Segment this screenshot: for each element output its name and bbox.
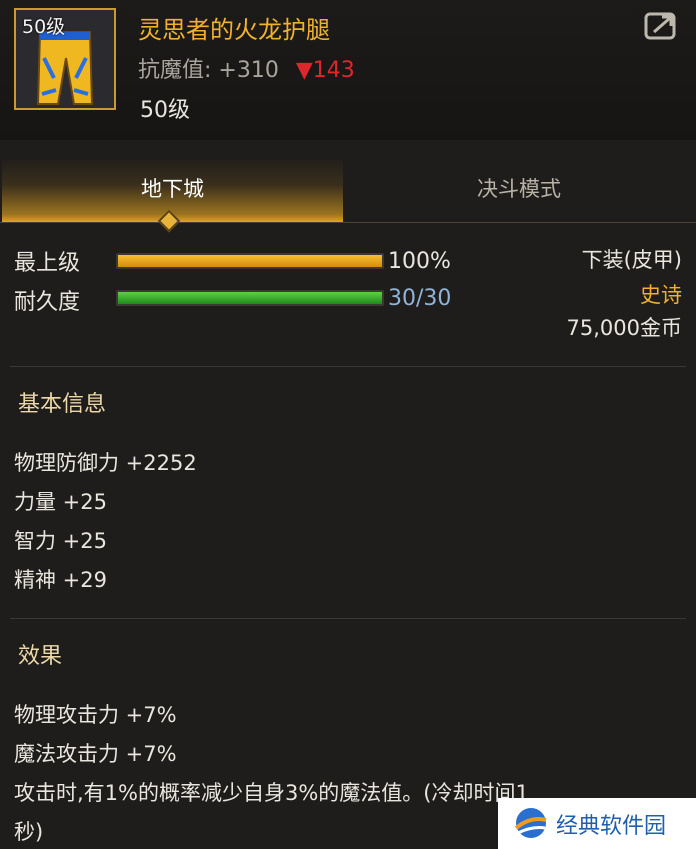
divider — [10, 366, 686, 367]
watermark: 经典软件园 — [498, 798, 696, 849]
item-type: 下装(皮甲) — [581, 248, 682, 272]
watermark-text: 经典软件园 — [556, 814, 667, 839]
pants-icon — [36, 31, 94, 105]
effect-line: 物理攻击力 +7% — [14, 703, 177, 727]
item-level: 50级 — [140, 98, 190, 123]
durability-bar — [116, 290, 384, 306]
basic-line: 力量 +25 — [14, 490, 107, 514]
durability-value: 30/30 — [388, 286, 452, 311]
effect-line: 魔法攻击力 +7% — [14, 742, 177, 766]
magic-resist-line: 抗魔值: +310 ▼143 — [138, 52, 355, 84]
item-price: 75,000金币 — [566, 316, 682, 340]
grade-value: 100% — [388, 249, 451, 274]
basic-line: 精神 +29 — [14, 568, 107, 592]
item-name: 灵思者的火龙护腿 — [138, 16, 330, 44]
durability-label: 耐久度 — [14, 290, 81, 315]
site-logo-icon — [514, 808, 547, 838]
share-icon[interactable] — [644, 10, 678, 40]
durability-bar-fill — [118, 292, 382, 304]
basic-line: 智力 +25 — [14, 529, 107, 553]
item-rarity: 史诗 — [640, 283, 682, 307]
item-header: 50级 灵思者的火龙护腿 抗魔值: +310 ▼143 50级 — [0, 0, 696, 140]
mode-tabs: 地下城 决斗模式 — [0, 160, 696, 223]
icon-level: 50级 — [22, 16, 66, 38]
basic-info-title: 基本信息 — [18, 392, 107, 417]
grade-bar — [116, 253, 384, 269]
divider — [10, 618, 686, 619]
grade-label: 最上级 — [14, 251, 81, 276]
stat-change: ▼143 — [295, 58, 355, 83]
stat-value: +310 — [218, 58, 279, 83]
grade-bar-fill — [118, 255, 382, 267]
item-icon-frame[interactable]: 50级 — [14, 8, 116, 110]
effects-title: 效果 — [18, 644, 63, 669]
basic-line: 物理防御力 +2252 — [14, 451, 197, 475]
effect-line: 秒) — [14, 820, 44, 844]
effect-line: 攻击时,有1%的概率减少自身3%的魔法值。(冷却时间1 — [14, 781, 529, 805]
stat-label: 抗魔值: — [138, 58, 212, 83]
tab-duel[interactable]: 决斗模式 — [345, 160, 693, 222]
